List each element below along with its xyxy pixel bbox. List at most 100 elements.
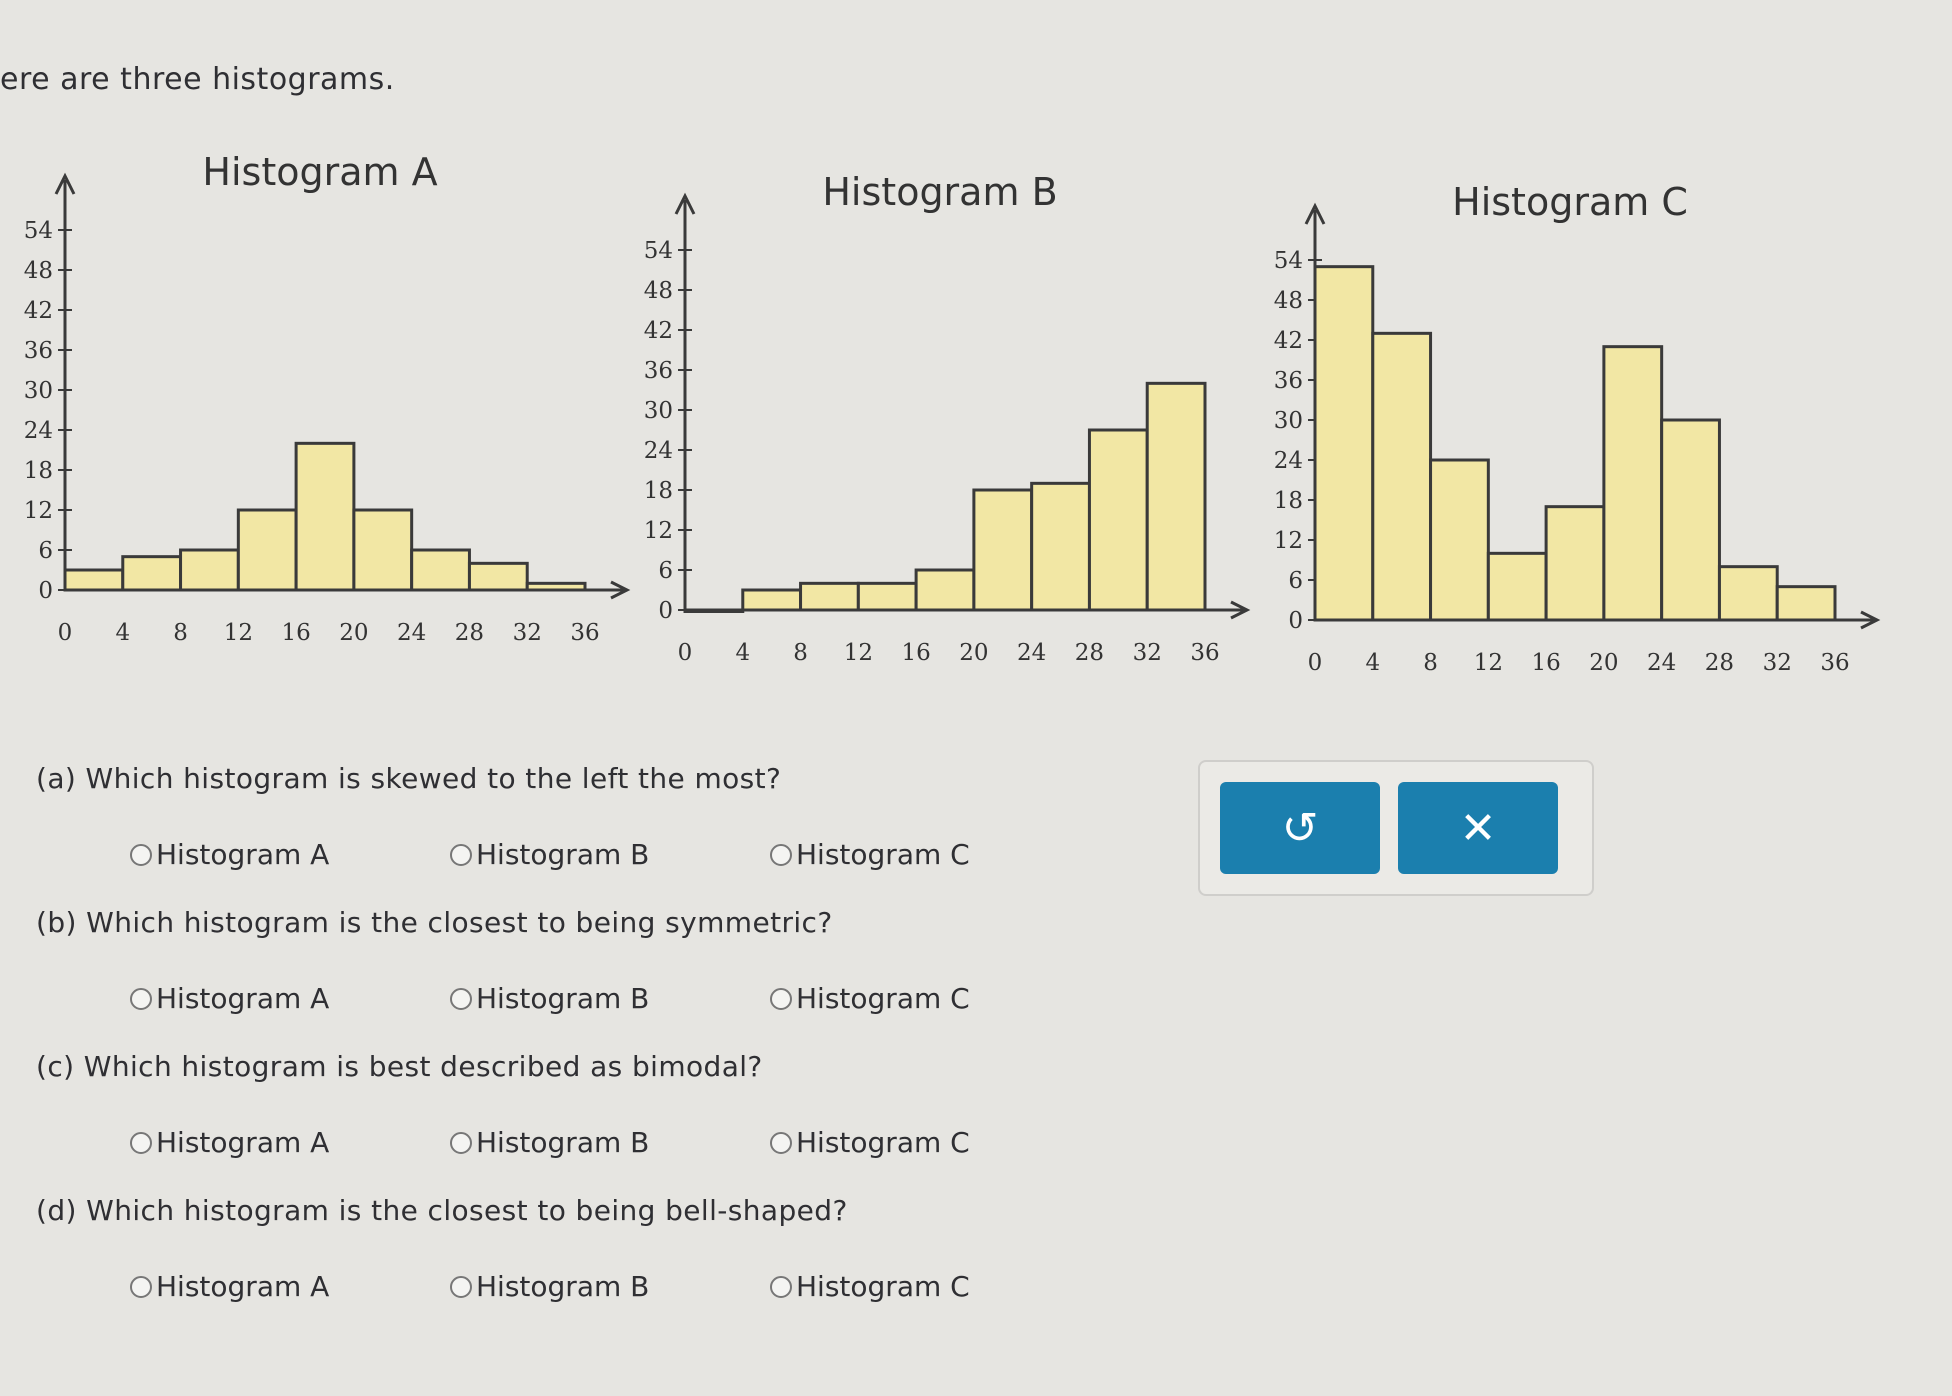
histogram-c-x-tick-label: 20 [1589, 650, 1618, 676]
option-label: Histogram C [796, 982, 970, 1015]
question-d-option-c[interactable]: Histogram C [770, 1270, 1090, 1303]
histogram-b-y-tick-label: 30 [644, 398, 673, 424]
histogram-b-x-tick-label: 4 [735, 640, 750, 666]
histogram-c-bar [1544, 505, 1606, 622]
question-c-option-a[interactable]: Histogram A [130, 1126, 450, 1159]
histogram-a-y-tick-label: 12 [24, 498, 53, 524]
question-b-option-a[interactable]: Histogram A [130, 982, 450, 1015]
histogram-a-y-tick-label: 36 [24, 338, 53, 364]
option-label: Histogram B [476, 982, 650, 1015]
histogram-a-bar [410, 548, 471, 592]
histogram-b-bar [856, 581, 918, 612]
option-label: Histogram A [156, 1270, 330, 1303]
histogram-a-x-tick-label: 20 [339, 620, 368, 646]
histogram-b-bar [741, 588, 803, 612]
question-c-option-b[interactable]: Histogram B [450, 1126, 770, 1159]
histogram-a-chart: 0612182430364248540 4 8 12 16 20 24 28 32 36 [24, 172, 631, 646]
histogram-b-y-tick-label: 0 [658, 598, 673, 624]
histogram-a-bar [121, 555, 183, 592]
radio-button[interactable] [770, 987, 792, 1010]
histogram-b-y-tick-label: 18 [644, 478, 673, 504]
histogram-b-bar [914, 568, 976, 612]
option-label: Histogram A [156, 838, 330, 871]
close-icon: ✕ [1459, 802, 1497, 854]
histogram-b-y-tick-label: 24 [644, 438, 673, 464]
histogram-b-bar [1087, 428, 1149, 612]
histogram-b-x-tick-label: 0 [678, 640, 693, 666]
question-c-option-c[interactable]: Histogram C [770, 1126, 1090, 1159]
radio-button[interactable] [770, 1275, 792, 1298]
histogram-a-bar [467, 561, 529, 592]
histogram-c: Histogram C 0 6 12 18 24 30 36 42 48 54 0 4 8 12 16 20 2… [1250, 180, 1890, 700]
option-label: Histogram B [476, 1270, 650, 1303]
histogram-b-y-tick-label: 54 [644, 238, 673, 264]
histogram-b-x-tick-label: 12 [844, 640, 873, 666]
question-c: (c) Which histogram is best described as… [36, 1050, 763, 1083]
question-b: (b) Which histogram is the closest to be… [36, 906, 833, 939]
question-b-option-b[interactable]: Histogram B [450, 982, 770, 1015]
histogram-a-x-tick-label: 4 [115, 620, 130, 646]
radio-button[interactable] [770, 1131, 792, 1154]
histogram-b-bar [1145, 381, 1207, 612]
question-b-option-c[interactable]: Histogram C [770, 982, 1090, 1015]
histogram-b-y-tick-label: 12 [644, 518, 673, 544]
radio-button[interactable] [770, 843, 792, 866]
question-d-option-a[interactable]: Histogram A [130, 1270, 450, 1303]
histogram-c-x-tick-label: 8 [1423, 650, 1438, 676]
question-b-options: Histogram A Histogram B Histogram C [130, 982, 1090, 1015]
histogram-a-x-tick-label: 28 [455, 620, 484, 646]
answer-tools-panel: ↺ ✕ [1198, 760, 1594, 896]
histogram-b-x-tick-label: 32 [1133, 640, 1162, 666]
histogram-c-x-tick-label: 28 [1705, 650, 1734, 676]
option-label: Histogram A [156, 982, 330, 1015]
question-a-option-a[interactable]: Histogram A [130, 838, 450, 871]
radio-button[interactable] [450, 987, 472, 1010]
question-d: (d) Which histogram is the closest to be… [36, 1194, 848, 1227]
option-label: Histogram B [476, 838, 650, 871]
question-d-options: Histogram A Histogram B Histogram C [130, 1270, 1090, 1303]
histogram-c-bar [1486, 551, 1548, 622]
histogram-c-y-tick-label: 24 [1274, 448, 1303, 474]
histogram-a: Histogram A 0 6 12 18 24 30 36 42 48 54 0 4 8 12 16 20 2… [0, 150, 640, 670]
histogram-b-x-tick-label: 24 [1017, 640, 1046, 666]
intro-text: ere are three histograms. [0, 62, 395, 97]
histogram-a-x-tick-label: 24 [397, 620, 426, 646]
histogram-a-x-tick-label: 16 [281, 620, 310, 646]
histogram-c-x-tick-label: 36 [1820, 650, 1849, 676]
histogram-c-y-tick-label: 12 [1274, 528, 1303, 554]
histogram-c-bar [1717, 565, 1779, 622]
question-a-option-c[interactable]: Histogram C [770, 838, 1090, 871]
histogram-c-x-tick-label: 16 [1531, 650, 1560, 676]
histogram-a-bar [352, 508, 414, 592]
histogram-c-x-tick-label: 12 [1474, 650, 1503, 676]
radio-button[interactable] [450, 843, 472, 866]
histogram-c-bar [1313, 265, 1375, 622]
reset-button[interactable]: ↺ [1220, 782, 1380, 874]
histogram-a-x-tick-label: 12 [224, 620, 253, 646]
option-label: Histogram A [156, 1126, 330, 1159]
radio-button[interactable] [130, 1131, 152, 1154]
radio-button[interactable] [450, 1131, 472, 1154]
radio-button[interactable] [130, 1275, 152, 1298]
radio-button[interactable] [130, 987, 152, 1010]
histogram-a-x-tick-label: 8 [173, 620, 188, 646]
histogram-a-y-tick-label: 24 [24, 418, 53, 444]
radio-button[interactable] [130, 843, 152, 866]
histogram-a-x-tick-label: 36 [570, 620, 599, 646]
histogram-b-x-tick-label: 8 [793, 640, 808, 666]
clear-button[interactable]: ✕ [1398, 782, 1558, 874]
histogram-c-y-tick-label: 30 [1274, 408, 1303, 434]
radio-button[interactable] [450, 1275, 472, 1298]
histogram-c-y-tick-label: 6 [1288, 568, 1303, 594]
histogram-a-y-tick-label: 42 [24, 298, 53, 324]
question-d-option-b[interactable]: Histogram B [450, 1270, 770, 1303]
histogram-a-y-tick-label: 18 [24, 458, 53, 484]
histogram-c-y-tick-label: 18 [1274, 488, 1303, 514]
question-a-option-b[interactable]: Histogram B [450, 838, 770, 871]
histogram-b-bar [1030, 481, 1091, 612]
histogram-c-bar [1602, 345, 1664, 622]
histogram-b-bar [972, 488, 1034, 612]
histogram-a-y-tick-label: 48 [24, 258, 53, 284]
histogram-c-bar [1775, 585, 1837, 622]
histogram-a-bar [236, 508, 298, 592]
